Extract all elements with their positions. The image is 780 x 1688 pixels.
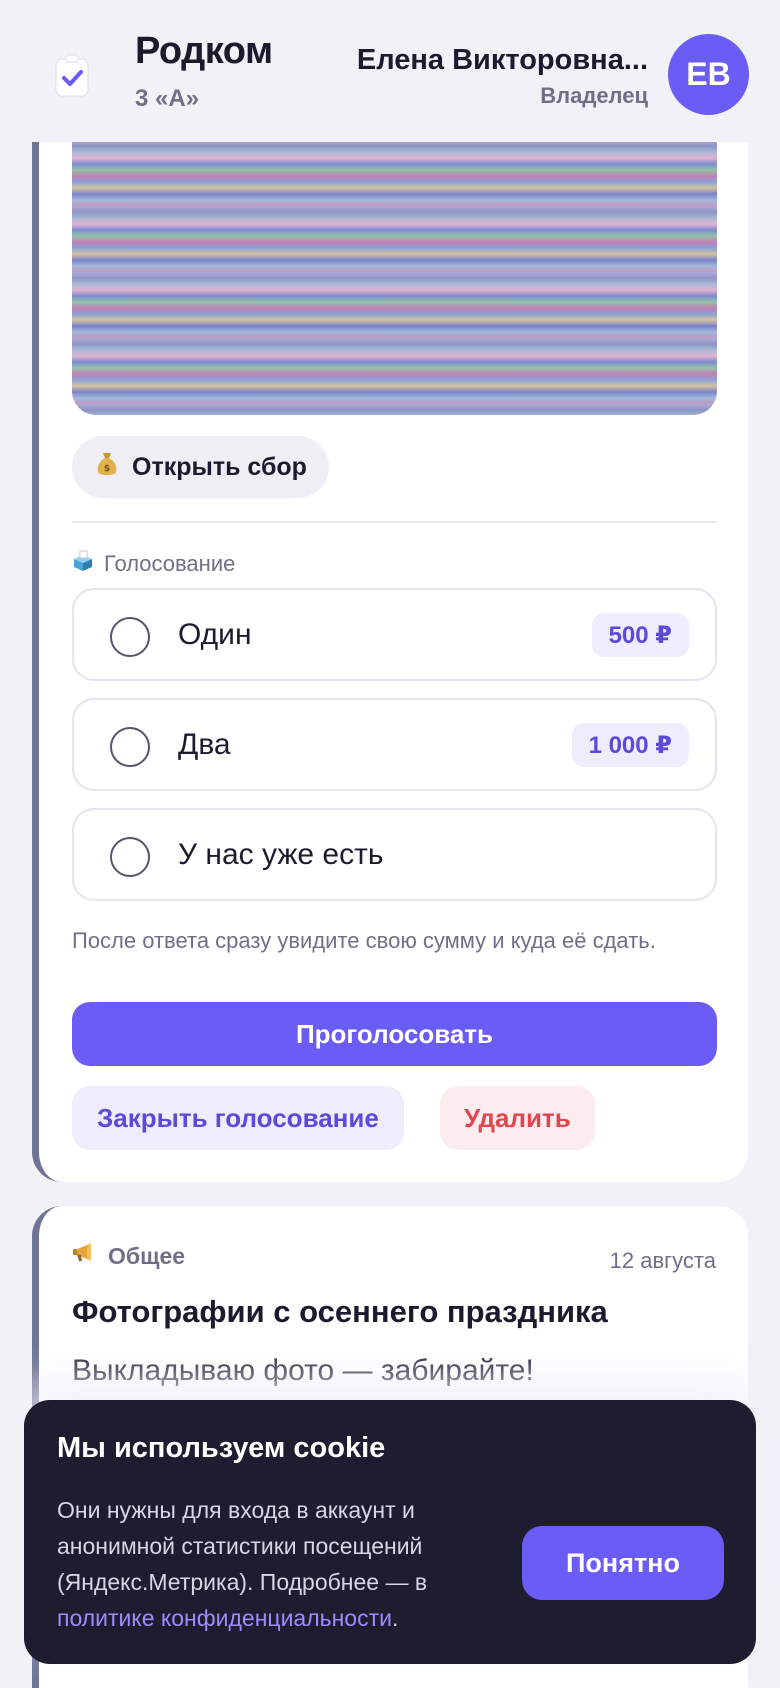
vote-option-amount: 1 000 ₽ xyxy=(571,723,689,767)
vote-option-amount: 500 ₽ xyxy=(591,613,689,657)
cookie-title: Мы используем cookie xyxy=(57,1432,386,1464)
megaphone-icon xyxy=(72,1242,98,1270)
app-title: Родком xyxy=(135,30,273,72)
avatar[interactable]: ЕВ xyxy=(668,34,749,115)
vote-option-label: У нас уже есть xyxy=(178,838,384,871)
svg-text:$: $ xyxy=(104,464,110,474)
user-name: Елена Викторовна... xyxy=(356,44,648,76)
app-header: Родком 3 «А» Елена Викторовна... Владеле… xyxy=(0,0,780,142)
radio-button[interactable] xyxy=(110,617,150,657)
cookie-banner: Мы используем cookie Они нужны для входа… xyxy=(24,1400,756,1664)
user-info[interactable]: Елена Викторовна... Владелец xyxy=(357,44,648,109)
class-name[interactable]: 3 «А» xyxy=(135,85,273,113)
app-logo-icon[interactable] xyxy=(46,40,98,110)
divider xyxy=(72,521,717,523)
vote-section-label: Голосование xyxy=(72,550,235,578)
post-text: Выкладываю фото — забирайте! xyxy=(72,1354,534,1387)
vote-hint: После ответа сразу увидите свою сумму и … xyxy=(72,928,656,953)
vote-option-label: Два xyxy=(178,728,231,761)
ballot-box-icon xyxy=(72,550,94,578)
cookie-text-end: . xyxy=(391,1605,399,1631)
fundraiser-card: $ Открыть сбор Голосование Один 500 ₽ Дв… xyxy=(32,100,748,1182)
vote-option[interactable]: У нас уже есть xyxy=(72,808,717,901)
cookie-accept-button[interactable]: Понятно xyxy=(522,1526,724,1600)
post-category-label: Общее xyxy=(108,1242,186,1269)
vote-section-title: Голосование xyxy=(104,551,236,576)
radio-button[interactable] xyxy=(110,837,150,877)
attached-image[interactable] xyxy=(72,140,717,415)
brand-block: Родком 3 «А» xyxy=(135,30,273,113)
user-role: Владелец xyxy=(540,83,648,108)
page: Родком 3 «А» Елена Викторовна... Владеле… xyxy=(0,0,780,1688)
vote-option-label: Один xyxy=(178,618,252,651)
open-fundraiser-label: Открыть сбор xyxy=(132,452,307,481)
privacy-policy-link[interactable]: политике конфиденциальности xyxy=(57,1605,392,1631)
open-fundraiser-button[interactable]: $ Открыть сбор xyxy=(72,436,329,498)
delete-button[interactable]: Удалить xyxy=(440,1086,595,1150)
radio-button[interactable] xyxy=(110,727,150,767)
post-category: Общее xyxy=(72,1242,185,1270)
money-bag-icon: $ xyxy=(96,451,118,483)
vote-option[interactable]: Один 500 ₽ xyxy=(72,588,717,681)
vote-submit-button[interactable]: Проголосовать xyxy=(72,1002,717,1066)
post-date: 12 августа xyxy=(609,1248,716,1273)
post-title: Фотографии с осеннего праздника xyxy=(72,1294,608,1329)
close-vote-button[interactable]: Закрыть голосование xyxy=(72,1086,404,1150)
cookie-text: Они нужны для входа в аккаунт и анонимно… xyxy=(57,1492,497,1636)
cookie-text-body: Они нужны для входа в аккаунт и анонимно… xyxy=(57,1497,428,1595)
vote-option[interactable]: Два 1 000 ₽ xyxy=(72,698,717,791)
